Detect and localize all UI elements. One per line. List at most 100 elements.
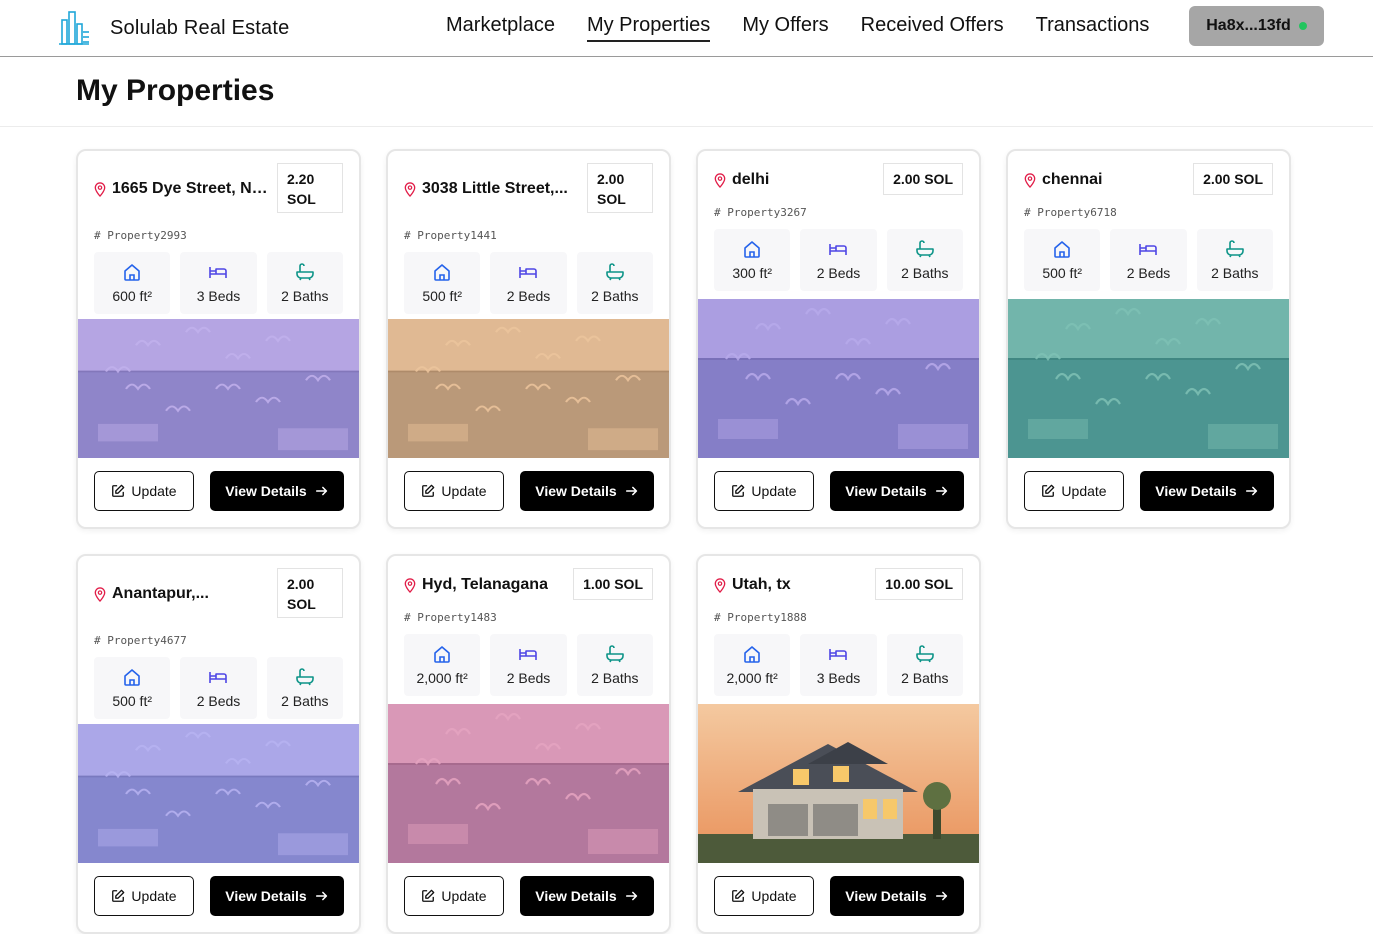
wallet-address: Ha8x...13fd	[1206, 17, 1291, 34]
property-id: # Property4677	[94, 634, 187, 647]
property-photo[interactable]	[1008, 299, 1289, 458]
home-icon	[434, 264, 450, 281]
property-photo[interactable]	[388, 704, 669, 863]
update-button[interactable]: Update	[714, 876, 814, 916]
property-location: Anantapur,...	[94, 568, 269, 603]
home-icon	[1054, 241, 1070, 258]
update-label: Update	[1061, 483, 1107, 499]
location-text: 1665 Dye Street, Nile...	[112, 180, 269, 197]
baths-value: 2 Baths	[1211, 265, 1259, 281]
beds-stat: 3 Beds	[800, 634, 877, 696]
home-icon	[434, 646, 450, 663]
update-label: Update	[751, 483, 797, 499]
page-header: My Properties	[0, 57, 1373, 127]
price-badge: 2.00 SOL	[587, 163, 653, 213]
beds-value: 2 Beds	[1126, 265, 1171, 281]
view-details-button[interactable]: View Details	[830, 471, 964, 511]
update-label: Update	[441, 888, 487, 904]
area-value: 300 ft²	[732, 265, 773, 281]
view-details-label: View Details	[1155, 483, 1237, 499]
property-photo[interactable]	[78, 724, 359, 863]
update-button[interactable]: Update	[404, 876, 504, 916]
baths-stat: 2 Baths	[886, 229, 963, 291]
home-icon	[744, 241, 760, 258]
view-details-label: View Details	[845, 483, 927, 499]
home-icon	[124, 669, 140, 686]
view-details-label: View Details	[845, 888, 927, 904]
view-details-label: View Details	[225, 888, 307, 904]
property-photo[interactable]	[698, 704, 979, 863]
view-details-button[interactable]: View Details	[520, 471, 654, 511]
update-button[interactable]: Update	[714, 471, 814, 511]
bath-icon	[1226, 240, 1244, 258]
property-photo[interactable]	[78, 319, 359, 458]
edit-icon	[732, 484, 745, 497]
card-actions: Update View Details	[94, 876, 344, 916]
nav-received-offers[interactable]: Received Offers	[861, 14, 1004, 42]
view-details-label: View Details	[535, 888, 617, 904]
location-text: Anantapur,...	[112, 585, 209, 602]
beds-stat: 3 Beds	[180, 252, 257, 314]
property-card: Anantapur,... 2.00 SOL # Property4677 50…	[76, 554, 361, 934]
view-details-button[interactable]: View Details	[210, 471, 344, 511]
arrow-right-icon	[625, 486, 637, 496]
edit-icon	[732, 889, 745, 902]
view-details-button[interactable]: View Details	[830, 876, 964, 916]
nav-my-properties[interactable]: My Properties	[586, 14, 711, 42]
beds-value: 3 Beds	[816, 670, 861, 686]
baths-value: 2 Baths	[901, 265, 949, 281]
update-button[interactable]: Update	[94, 471, 194, 511]
bath-icon	[606, 645, 624, 663]
property-stats: 2,000 ft² 3 Beds 2 Baths	[714, 634, 963, 696]
nav-my-offers[interactable]: My Offers	[742, 14, 828, 42]
wallet-button[interactable]: Ha8x...13fd	[1189, 6, 1324, 46]
property-photo[interactable]	[388, 319, 669, 458]
card-actions: Update View Details	[1024, 471, 1274, 511]
edit-icon	[112, 889, 125, 902]
brand[interactable]: Solulab Real Estate	[58, 10, 289, 46]
baths-stat: 2 Baths	[576, 634, 653, 696]
view-details-button[interactable]: View Details	[520, 876, 654, 916]
price-badge: 1.00 SOL	[573, 568, 653, 600]
view-details-button[interactable]: View Details	[1140, 471, 1274, 511]
area-stat: 500 ft²	[1024, 229, 1101, 291]
bed-icon	[1139, 244, 1158, 255]
baths-stat: 2 Baths	[576, 252, 653, 314]
property-card: 1665 Dye Street, Nile... 2.20 SOL # Prop…	[76, 149, 361, 529]
nav-transactions[interactable]: Transactions	[1036, 14, 1150, 42]
arrow-right-icon	[1245, 486, 1257, 496]
update-button[interactable]: Update	[1024, 471, 1124, 511]
update-button[interactable]: Update	[94, 876, 194, 916]
card-header: Hyd, Telanagana 1.00 SOL # Property1483 …	[388, 556, 669, 704]
property-photo[interactable]	[698, 299, 979, 458]
bath-icon	[916, 240, 934, 258]
area-value: 600 ft²	[112, 288, 153, 304]
beds-value: 2 Beds	[506, 670, 551, 686]
home-icon	[124, 264, 140, 281]
nav-marketplace[interactable]: Marketplace	[446, 14, 555, 42]
beds-value: 2 Beds	[196, 693, 241, 709]
location-pin-icon	[1024, 172, 1036, 188]
view-details-button[interactable]: View Details	[210, 876, 344, 916]
price-badge: 2.00 SOL	[277, 568, 343, 618]
property-stats: 300 ft² 2 Beds 2 Baths	[714, 229, 963, 291]
update-button[interactable]: Update	[404, 471, 504, 511]
card-actions: Update View Details	[714, 471, 964, 511]
arrow-right-icon	[315, 891, 327, 901]
property-id: # Property1441	[404, 229, 497, 242]
property-stats: 500 ft² 2 Beds 2 Baths	[94, 657, 343, 719]
area-stat: 2,000 ft²	[404, 634, 481, 696]
baths-stat: 2 Baths	[886, 634, 963, 696]
card-header: chennai 2.00 SOL # Property6718 500 ft² …	[1008, 151, 1289, 299]
beds-stat: 2 Beds	[800, 229, 877, 291]
page-title: My Properties	[76, 74, 275, 107]
location-pin-icon	[714, 577, 726, 593]
property-id: # Property1888	[714, 611, 807, 624]
area-value: 500 ft²	[1042, 265, 1083, 281]
property-card: delhi 2.00 SOL # Property3267 300 ft² 2 …	[696, 149, 981, 529]
beds-value: 2 Beds	[816, 265, 861, 281]
area-stat: 500 ft²	[404, 252, 481, 314]
property-location: chennai	[1024, 163, 1185, 189]
beds-stat: 2 Beds	[490, 634, 567, 696]
top-navbar: Solulab Real Estate Marketplace My Prope…	[0, 0, 1373, 57]
